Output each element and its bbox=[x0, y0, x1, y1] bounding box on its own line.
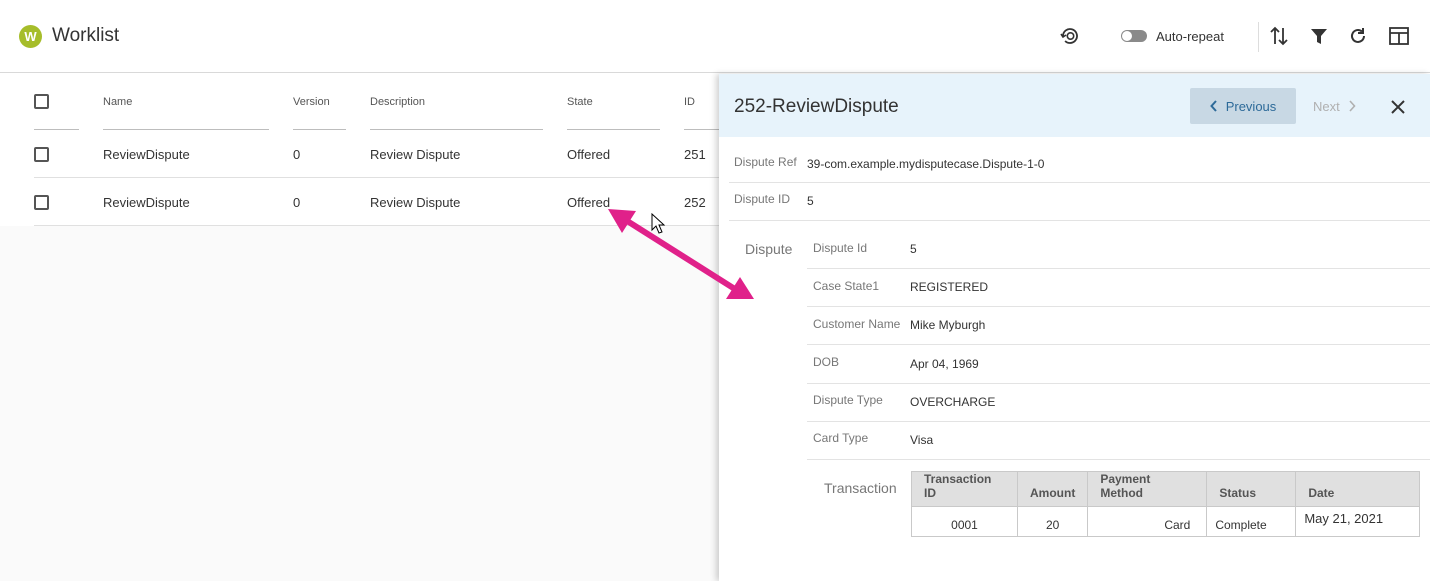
detail-panel: 252-ReviewDispute Previous Next Dispute … bbox=[719, 74, 1430, 581]
header-underline bbox=[293, 129, 346, 130]
field-label: Dispute Id bbox=[813, 241, 868, 255]
tx-cell-amount: 20 bbox=[1016, 506, 1089, 537]
columns-icon[interactable] bbox=[1387, 24, 1411, 48]
header-underline bbox=[34, 129, 79, 130]
row-checkbox[interactable] bbox=[34, 195, 49, 210]
refresh-icon[interactable] bbox=[1346, 24, 1370, 48]
cell-version: 0 bbox=[293, 195, 301, 210]
tx-cell-method: Card bbox=[1087, 506, 1208, 537]
dispute-ref-label: Dispute Ref bbox=[734, 155, 797, 169]
field-divider bbox=[807, 306, 1430, 307]
field-label: Dispute Type bbox=[813, 393, 883, 407]
cell-state: Offered bbox=[567, 147, 611, 162]
column-header-description[interactable]: Description bbox=[370, 96, 425, 108]
field-value: Apr 04, 1969 bbox=[910, 357, 979, 371]
tx-cell-date: May 21, 2021 bbox=[1295, 506, 1421, 537]
dispute-id-value: 5 bbox=[807, 194, 814, 208]
transaction-section-label: Transaction bbox=[824, 480, 897, 496]
cell-name[interactable]: ReviewDispute bbox=[103, 147, 190, 162]
field-label: Customer Name bbox=[813, 317, 901, 331]
sort-icon[interactable] bbox=[1267, 24, 1291, 48]
tx-column-header: Date bbox=[1295, 471, 1421, 507]
header-underline bbox=[684, 129, 720, 130]
field-divider bbox=[807, 268, 1430, 269]
history-icon[interactable] bbox=[1058, 24, 1082, 48]
header-underline bbox=[370, 129, 543, 130]
column-header-name[interactable]: Name bbox=[103, 96, 132, 108]
app-header: W Worklist Auto-repeat bbox=[0, 0, 1430, 73]
field-value: OVERCHARGE bbox=[910, 395, 996, 409]
header-divider bbox=[1258, 22, 1259, 52]
next-button[interactable]: Next bbox=[1308, 88, 1370, 124]
next-label: Next bbox=[1313, 98, 1340, 114]
column-header-id[interactable]: ID bbox=[684, 96, 695, 108]
toggle-knob bbox=[1122, 31, 1132, 41]
cell-id: 251 bbox=[684, 147, 706, 162]
field-value: 5 bbox=[910, 242, 917, 256]
field-divider bbox=[729, 220, 1430, 221]
row-checkbox[interactable] bbox=[34, 147, 49, 162]
field-label: Card Type bbox=[813, 431, 869, 445]
field-value: Visa bbox=[910, 433, 934, 447]
field-label: Case State1 bbox=[813, 279, 880, 293]
chevron-left-icon bbox=[1209, 100, 1217, 112]
tx-column-header: Transaction ID bbox=[911, 471, 1018, 507]
field-divider bbox=[807, 421, 1430, 422]
cell-description: Review Dispute bbox=[370, 147, 461, 162]
cell-version: 0 bbox=[293, 147, 301, 162]
field-divider bbox=[807, 344, 1430, 345]
close-icon[interactable] bbox=[1389, 98, 1407, 116]
header-underline bbox=[103, 129, 269, 130]
field-divider bbox=[807, 459, 1430, 460]
tx-column-header: Status bbox=[1206, 471, 1297, 507]
auto-repeat-toggle[interactable] bbox=[1121, 30, 1147, 42]
tx-column-header: Payment Method bbox=[1087, 471, 1208, 507]
column-header-state[interactable]: State bbox=[567, 96, 593, 108]
previous-label: Previous bbox=[1225, 98, 1277, 114]
header-underline bbox=[567, 129, 660, 130]
field-divider bbox=[729, 182, 1430, 183]
dispute-ref-value: 39-com.example.mydisputecase.Dispute-1-0 bbox=[807, 157, 1045, 171]
field-value: Mike Myburgh bbox=[910, 318, 986, 332]
row-divider bbox=[34, 177, 720, 178]
app-logo: W bbox=[19, 25, 42, 48]
filter-icon[interactable] bbox=[1307, 24, 1331, 48]
cell-name[interactable]: ReviewDispute bbox=[103, 195, 190, 210]
chevron-right-icon bbox=[1349, 100, 1356, 112]
panel-title: 252-ReviewDispute bbox=[734, 96, 899, 117]
transaction-table: Transaction ID Amount Payment Method Sta… bbox=[911, 471, 1421, 537]
select-all-checkbox[interactable] bbox=[34, 94, 49, 109]
column-header-version[interactable]: Version bbox=[293, 96, 330, 108]
cell-description: Review Dispute bbox=[370, 195, 461, 210]
mouse-cursor-icon bbox=[651, 213, 665, 234]
page-title: Worklist bbox=[52, 25, 120, 46]
field-label: DOB bbox=[813, 355, 840, 369]
auto-repeat-label: Auto-repeat bbox=[1156, 29, 1224, 44]
annotation-arrow bbox=[608, 209, 754, 299]
tx-cell-id: 0001 bbox=[911, 506, 1018, 537]
dispute-id-label: Dispute ID bbox=[734, 192, 791, 206]
tx-column-header: Amount bbox=[1016, 471, 1089, 507]
previous-button[interactable]: Previous bbox=[1190, 88, 1296, 124]
worklist-table: Name Version Description State ID Review… bbox=[0, 74, 720, 581]
panel-header: 252-ReviewDispute Previous Next bbox=[719, 74, 1430, 137]
field-divider bbox=[807, 383, 1430, 384]
tx-cell-status: Complete bbox=[1206, 506, 1297, 537]
field-value: REGISTERED bbox=[910, 280, 989, 294]
